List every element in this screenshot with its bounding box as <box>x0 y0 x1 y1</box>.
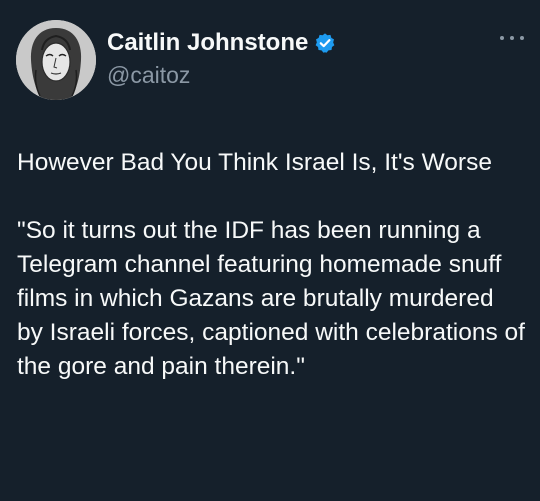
tweet-title: However Bad You Think Israel Is, It's Wo… <box>17 149 492 176</box>
portrait-sketch-avatar-icon <box>16 20 96 100</box>
more-options-icon[interactable] <box>500 32 524 44</box>
tweet-card: Caitlin Johnstone @caitoz However Bad Yo… <box>0 0 540 501</box>
more-options-dot <box>520 36 524 40</box>
more-options-dot <box>500 36 504 40</box>
author-display-name[interactable]: Caitlin Johnstone <box>107 29 308 57</box>
avatar[interactable] <box>16 20 96 100</box>
author-handle[interactable]: @caitoz <box>107 62 190 89</box>
author-name-row: Caitlin Johnstone <box>107 28 336 58</box>
tweet-text: However Bad You Think Israel Is, It's Wo… <box>17 146 526 384</box>
verified-badge-icon[interactable] <box>314 32 336 54</box>
more-options-dot <box>510 36 514 40</box>
tweet-quote: "So it turns out the IDF has been runnin… <box>17 217 525 380</box>
